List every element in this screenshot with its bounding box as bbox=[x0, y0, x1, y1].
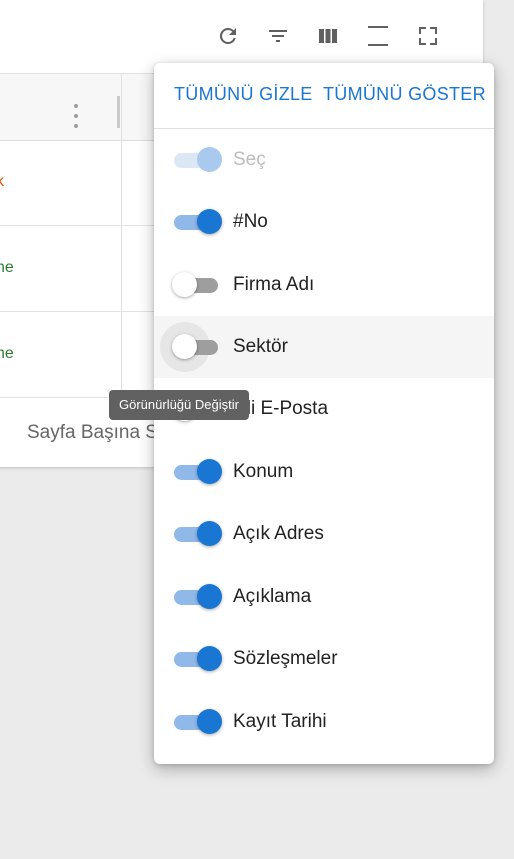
toggle-switch[interactable] bbox=[174, 207, 222, 237]
hide-all-button[interactable]: TÜMÜNÜ GİZLE bbox=[174, 84, 313, 105]
show-all-button[interactable]: TÜMÜNÜ GÖSTER bbox=[323, 84, 486, 105]
refresh-icon[interactable] bbox=[214, 22, 242, 50]
toggle-switch[interactable] bbox=[174, 457, 222, 487]
density-icon[interactable] bbox=[364, 22, 392, 50]
column-toggle-item[interactable]: Konum bbox=[154, 441, 494, 503]
column-label: #No bbox=[233, 211, 268, 232]
column-label: Seç bbox=[233, 149, 266, 170]
column-resize-handle[interactable] bbox=[117, 96, 120, 128]
toggle-switch[interactable] bbox=[160, 322, 220, 372]
toggle-switch[interactable] bbox=[172, 270, 220, 300]
columns-icon[interactable] bbox=[314, 22, 342, 50]
column-toggle-item[interactable]: Sektör bbox=[154, 316, 494, 378]
toggle-switch[interactable] bbox=[174, 519, 222, 549]
column-label: Konum bbox=[233, 461, 294, 482]
fullscreen-icon[interactable] bbox=[414, 22, 442, 50]
rows-per-page-label: Sayfa Başına S bbox=[27, 422, 158, 443]
toggle-switch[interactable] bbox=[174, 707, 222, 737]
column-label: Kayıt Tarihi bbox=[233, 711, 327, 732]
column-toggle-item: Seç bbox=[154, 129, 494, 191]
column-label: Açık Adres bbox=[233, 523, 324, 544]
toggle-switch[interactable] bbox=[174, 644, 222, 674]
column-toggle-item[interactable]: Sözleşmeler bbox=[154, 628, 494, 690]
column-toggle-item[interactable]: Açık Adres bbox=[154, 503, 494, 565]
column-label: Firma Adı bbox=[233, 274, 315, 295]
toggle-visibility-tooltip: Görünürlüğü Değiştir bbox=[109, 390, 249, 420]
filter-icon[interactable] bbox=[264, 22, 292, 50]
column-toggle-item[interactable]: #No bbox=[154, 191, 494, 253]
table-cell: ne bbox=[0, 345, 14, 362]
column-toggle-item[interactable]: Kayıt Tarihi bbox=[154, 691, 494, 753]
toggle-switch[interactable] bbox=[174, 582, 222, 612]
toggle-switch bbox=[174, 145, 222, 175]
column-toggle-item[interactable]: Açıklama bbox=[154, 566, 494, 628]
menu-actions: TÜMÜNÜ GİZLE TÜMÜNÜ GÖSTER bbox=[154, 63, 494, 129]
column-menu-icon[interactable] bbox=[72, 104, 80, 128]
column-label: Sözleşmeler bbox=[233, 648, 338, 669]
column-label: Sektör bbox=[233, 336, 288, 357]
table-cell: ne bbox=[0, 259, 14, 276]
page: k ne ne Sayfa Başına S TÜMÜNÜ GİZLE TÜMÜ… bbox=[0, 0, 514, 859]
column-label: Açıklama bbox=[233, 586, 312, 607]
column-divider bbox=[121, 73, 122, 398]
column-toggle-item[interactable]: Firma Adı bbox=[154, 254, 494, 316]
table-cell: k bbox=[0, 173, 4, 190]
